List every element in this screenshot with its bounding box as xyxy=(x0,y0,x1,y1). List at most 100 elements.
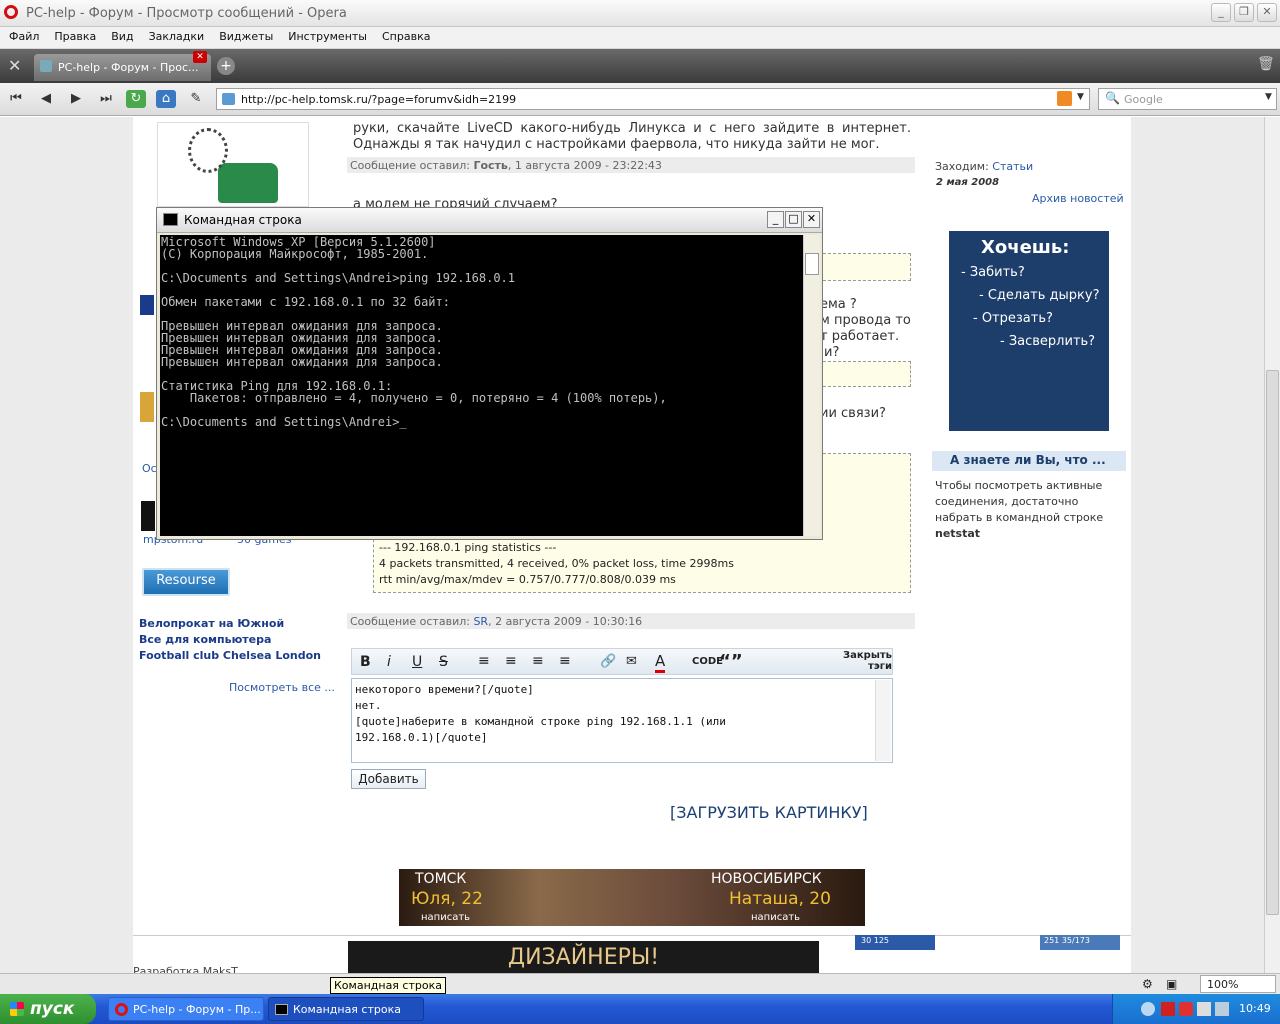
menu-bookmarks[interactable]: Закладки xyxy=(140,27,211,43)
post-1-date: , 1 августа 2009 - 23:22:43 xyxy=(507,159,662,172)
underline-icon[interactable]: U xyxy=(412,654,422,670)
status-settings-icon[interactable]: ⚙ xyxy=(1142,977,1153,991)
search-field[interactable]: 🔍 Google ▼ xyxy=(1098,88,1277,110)
archive-link[interactable]: Архив новостей xyxy=(1032,192,1124,205)
rewind-icon[interactable]: ⏮ xyxy=(6,90,26,108)
site-icon xyxy=(222,93,235,105)
clock: 10:49 xyxy=(1239,1002,1271,1015)
cmd-console-output[interactable]: Microsoft Windows XP [Версия 5.1.2600] (… xyxy=(160,235,803,536)
counter-1[interactable]: 30 125 xyxy=(855,935,935,950)
tab-close-icon[interactable]: ✕ xyxy=(193,51,207,63)
menu-tools[interactable]: Инструменты xyxy=(279,27,373,43)
scrollbar-thumb[interactable] xyxy=(1266,370,1279,915)
close-button[interactable]: ✕ xyxy=(1257,3,1277,22)
designers-banner[interactable]: ДИЗАЙНЕРЫ! xyxy=(348,941,819,973)
counter-2[interactable]: 251 35/173 xyxy=(1040,935,1120,950)
back-icon[interactable]: ◀ xyxy=(36,90,56,108)
tray-network-icon[interactable] xyxy=(1197,1002,1211,1016)
zoom-control[interactable]: 100% xyxy=(1200,975,1276,993)
quote-icon[interactable]: “” xyxy=(719,651,743,672)
close-tags-button[interactable]: Закрыть тэги xyxy=(842,650,892,672)
taskbar-item-opera[interactable]: PC-help - Форум - Пр... xyxy=(108,997,264,1021)
ad-title: Хочешь: xyxy=(981,237,1070,258)
post-partial-e: ии связи? xyxy=(820,406,886,421)
menu-view[interactable]: Вид xyxy=(102,27,139,43)
text-color-icon[interactable]: A xyxy=(655,652,666,673)
cmd-maximize-button[interactable]: □ xyxy=(785,211,802,228)
see-all-link[interactable]: Посмотреть все ... xyxy=(229,681,335,694)
align-center-icon[interactable]: ≡ xyxy=(505,653,517,669)
edit-icon[interactable]: ✎ xyxy=(186,90,206,108)
menu-file[interactable]: Файл xyxy=(0,27,45,43)
banner-write-2: написать xyxy=(751,912,801,923)
maximize-button[interactable]: ❐ xyxy=(1234,3,1254,22)
search-dropdown-icon[interactable]: ▼ xyxy=(1265,92,1272,102)
favicon-icon xyxy=(40,60,52,72)
tray-expand-icon[interactable] xyxy=(1141,1002,1155,1016)
link-chelsea[interactable]: Football club Chelsea London xyxy=(139,649,321,662)
home-icon[interactable]: ⌂ xyxy=(156,90,176,108)
link-icon[interactable]: 🔗 xyxy=(600,654,616,669)
new-tab-button[interactable]: + xyxy=(217,57,235,75)
cmd-window[interactable]: Командная строка _ □ ✕ Microsoft Windows… xyxy=(156,207,823,540)
justify-icon[interactable]: ≡ xyxy=(559,653,571,669)
post-1-text: руки, скачайте LiveCD какого-нибудь Лину… xyxy=(353,121,911,152)
tray-volume-icon[interactable] xyxy=(1215,1002,1229,1016)
banner-name-1: Юля, 22 xyxy=(411,889,483,909)
tooltip: Командная строка xyxy=(330,977,446,994)
email-icon[interactable]: ✉ xyxy=(626,654,637,669)
zoom-value: 100% xyxy=(1207,978,1239,991)
strike-icon[interactable]: S xyxy=(439,654,448,670)
cmd-minimize-button[interactable]: _ xyxy=(767,211,784,228)
forward-icon[interactable]: ▶ xyxy=(66,90,86,108)
visit-link[interactable]: Статьи xyxy=(992,160,1033,173)
address-field[interactable]: http://pc-help.tomsk.ru/?page=forumv&idh… xyxy=(216,88,1090,110)
ad-banner-tools[interactable]: Хочешь: - Забить? - Сделать дырку? - Отр… xyxy=(949,231,1109,431)
tray-antivirus-icon[interactable] xyxy=(1179,1002,1193,1016)
align-left-icon[interactable]: ≡ xyxy=(478,653,490,669)
align-right-icon[interactable]: ≡ xyxy=(532,653,544,669)
tab-pc-help[interactable]: PC-help - Форум - Прос... ✕ xyxy=(34,51,211,81)
window-titlebar: PC-help - Форум - Просмотр сообщений - O… xyxy=(0,0,1280,27)
taskbar-item-opera-label: PC-help - Форум - Пр... xyxy=(133,1003,261,1016)
minimize-button[interactable]: _ xyxy=(1211,3,1231,22)
fast-forward-icon[interactable]: ⏭ xyxy=(96,90,116,108)
sidebar-oc-text[interactable]: Ос xyxy=(142,462,157,475)
menu-edit[interactable]: Правка xyxy=(45,27,102,43)
cmd-icon xyxy=(163,213,178,226)
reload-icon[interactable]: ↻ xyxy=(126,90,146,108)
cmd-titlebar[interactable]: Командная строка _ □ ✕ xyxy=(157,208,822,233)
post-1-author[interactable]: Гость xyxy=(473,159,507,172)
start-button[interactable]: пуск xyxy=(0,994,96,1024)
address-dropdown-icon[interactable]: ▼ xyxy=(1077,92,1084,102)
rss-icon[interactable] xyxy=(1057,91,1072,106)
ping-stat-line-2: 4 packets transmitted, 4 received, 0% pa… xyxy=(379,557,734,570)
trash-icon[interactable]: 🗑 xyxy=(1257,56,1275,72)
dating-banner[interactable]: ТОМСК Юля, 22 написать НОВОСИБИРСК Наташ… xyxy=(399,869,865,926)
resource-button[interactable]: Resourse xyxy=(142,568,230,596)
panel-toggle-icon[interactable]: ✕ xyxy=(8,56,21,75)
meta-prefix-3: Сообщение оставил: xyxy=(350,615,470,628)
textarea-scrollbar[interactable] xyxy=(875,680,891,761)
page-scrollbar[interactable] xyxy=(1264,117,1280,973)
reply-textarea[interactable]: некоторого времени?[/quote] нет. [quote]… xyxy=(351,678,893,763)
link-computer[interactable]: Все для компьютера xyxy=(139,633,271,646)
menu-help[interactable]: Справка xyxy=(373,27,436,43)
bold-icon[interactable]: B xyxy=(360,654,371,670)
post-3-author[interactable]: SR xyxy=(473,615,488,628)
upload-image-link[interactable]: [ЗАГРУЗИТЬ КАРТИНКУ] xyxy=(670,803,868,822)
banner-city-2: НОВОСИБИРСК xyxy=(711,871,822,887)
cmd-scroll-thumb[interactable] xyxy=(805,253,819,275)
tray-ati-icon[interactable] xyxy=(1161,1002,1175,1016)
taskbar-item-cmd-label: Командная строка xyxy=(293,1003,401,1016)
italic-icon[interactable]: i xyxy=(387,654,391,670)
cmd-scrollbar[interactable] xyxy=(803,235,820,536)
status-image-icon[interactable]: ▣ xyxy=(1166,977,1177,991)
taskbar-item-cmd[interactable]: Командная строка xyxy=(268,997,424,1021)
product-image[interactable] xyxy=(157,122,309,207)
post-3-meta: Сообщение оставил: SR, 2 августа 2009 - … xyxy=(347,613,915,629)
cmd-close-button[interactable]: ✕ xyxy=(803,211,820,228)
menu-widgets[interactable]: Виджеты xyxy=(210,27,279,43)
add-button[interactable]: Добавить xyxy=(351,769,426,789)
link-veloprokat[interactable]: Велопрокат на Южной xyxy=(139,617,284,630)
